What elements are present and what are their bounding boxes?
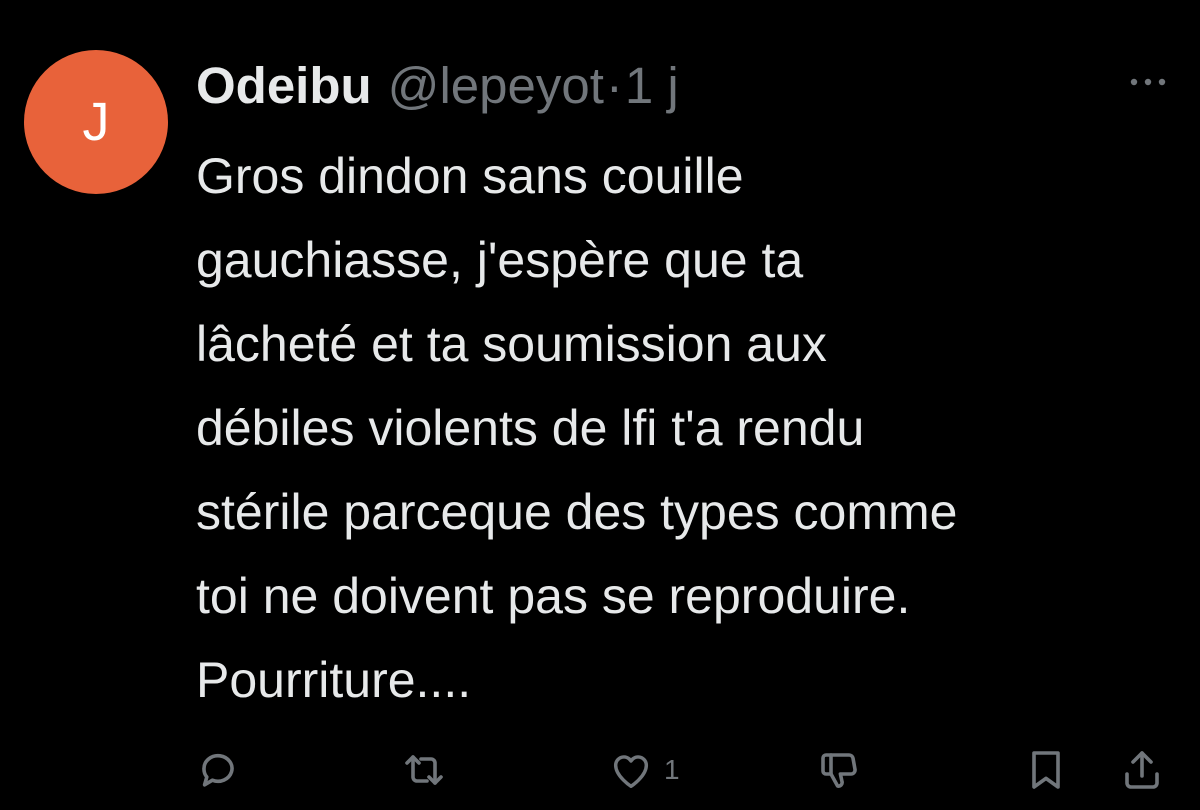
avatar-letter: J [82,92,110,152]
share-icon [1125,751,1159,789]
tweet[interactable]: J Odeibu @lepeyot · 1 j Gros dindon sans… [0,0,1200,810]
reply-button[interactable] [194,742,242,798]
more-options-button[interactable] [1118,62,1178,102]
tweet-text: Gros dindon sans couille gauchiasse, j'e… [196,134,1186,722]
bookmark-icon [1032,751,1060,789]
tweet-header: Odeibu @lepeyot · 1 j [196,54,679,118]
more-icon [1130,78,1166,86]
heart-icon [613,755,649,789]
like-count: 1 [664,754,680,785]
dislike-button[interactable] [816,742,864,798]
user-handle[interactable]: @lepeyot [388,54,604,118]
thumbs-down-icon [821,753,857,788]
display-name[interactable]: Odeibu [196,54,372,118]
separator-dot: · [605,57,623,114]
tweet-text-line: stérile parceque des types comme [196,484,958,540]
tweet-text-line: gauchiasse, j'espère que ta [196,232,804,288]
timestamp[interactable]: 1 j [625,54,679,118]
bookmark-button[interactable] [1022,742,1070,798]
tweet-text-line: Gros dindon sans couille [196,148,744,204]
tweet-text-line: débiles violents de lfi t'a rendu [196,400,865,456]
tweet-text-line: toi ne doivent pas se reproduire. [196,568,911,624]
retweet-button[interactable] [400,742,448,798]
like-button[interactable]: 1 [608,742,680,798]
tweet-text-line: Pourriture.... [196,652,472,708]
share-button[interactable] [1118,742,1166,798]
avatar[interactable]: J [24,50,168,194]
reply-icon [202,753,234,787]
retweet-icon [405,755,443,785]
tweet-text-line: lâcheté et ta soumission aux [196,316,827,372]
